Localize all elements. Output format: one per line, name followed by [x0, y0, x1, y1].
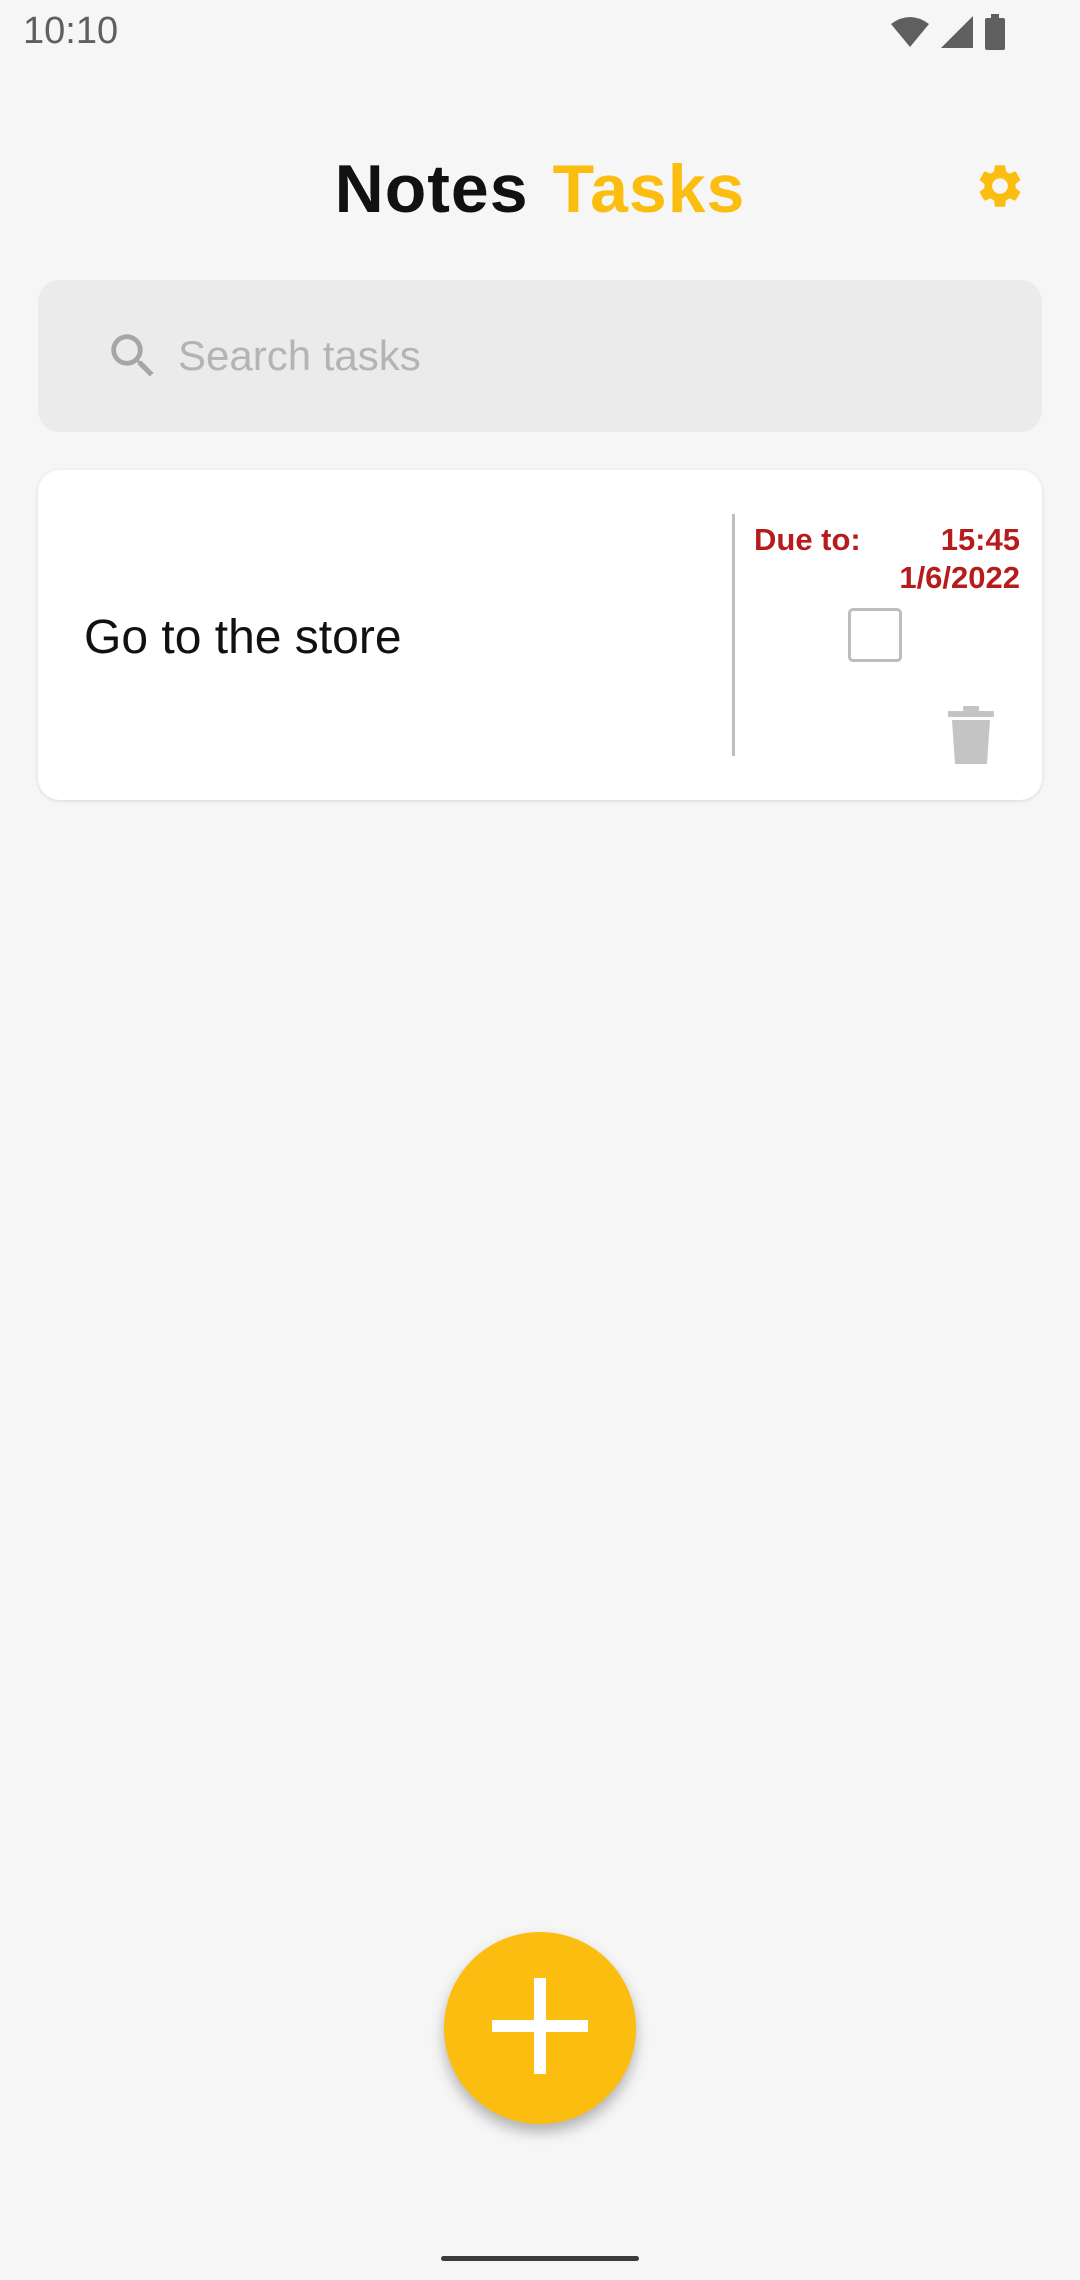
add-task-button[interactable] — [444, 1932, 636, 2124]
status-icons — [890, 14, 1006, 50]
task-card[interactable]: Go to the store Due to: 15:45 1/6/2022 — [38, 470, 1042, 800]
home-indicator[interactable] — [441, 2256, 639, 2261]
status-bar: 10:10 — [0, 0, 1080, 66]
wifi-icon — [890, 16, 930, 48]
search-icon — [104, 327, 162, 385]
search-bar[interactable] — [38, 280, 1042, 432]
status-time: 10:10 — [23, 10, 119, 52]
page-title: Notes Tasks — [0, 150, 1080, 228]
title-tasks[interactable]: Tasks — [553, 151, 746, 227]
gear-icon — [974, 160, 1026, 217]
cellular-signal-icon — [940, 15, 974, 49]
app-header: Notes Tasks — [0, 150, 1080, 230]
delete-task-button[interactable] — [948, 706, 994, 764]
battery-icon — [984, 14, 1006, 50]
due-date: 1/6/2022 — [899, 560, 1020, 595]
due-label: Due to: — [754, 522, 861, 557]
due-time: 15:45 — [940, 522, 1020, 557]
trash-icon — [948, 706, 994, 768]
search-input[interactable] — [178, 316, 998, 396]
task-title[interactable]: Go to the store — [84, 610, 402, 665]
task-divider — [732, 514, 735, 756]
task-complete-checkbox[interactable] — [848, 608, 902, 662]
title-notes[interactable]: Notes — [335, 151, 529, 227]
settings-button[interactable] — [970, 158, 1030, 218]
plus-icon — [492, 1977, 588, 2079]
tasks-screen: 10:10 Notes Tasks Search tasks Go to the… — [0, 0, 1080, 2280]
